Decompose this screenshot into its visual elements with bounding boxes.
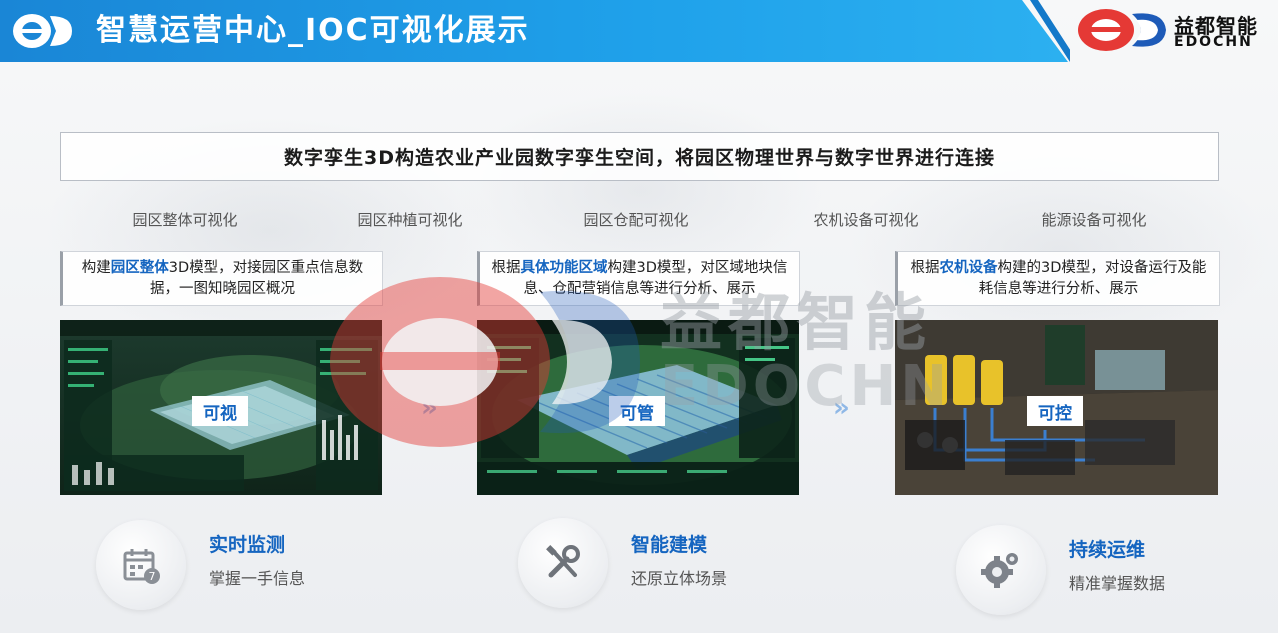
desc-2-highlight: 具体功能区域 <box>520 260 608 276</box>
desc-1-highlight: 园区整体 <box>110 260 169 276</box>
tools-icon <box>546 545 580 578</box>
desc-3-highlight: 农机设备 <box>939 260 998 276</box>
banner-text: 数字孪生3D构造农业产业园数字孪生空间，将园区物理世界与数字世界进行连接 <box>284 147 995 169</box>
tag-visible: 可视 <box>192 396 248 426</box>
desc-1-post: 3D模型，对接园区重点信息数据，一图知晓园区概况 <box>150 260 364 297</box>
desc-1-pre: 构建 <box>81 260 111 276</box>
feature-realtime-monitoring-circle: 7 <box>96 520 186 610</box>
feature-subtitle-modeling: 还原立体场景 <box>631 569 728 588</box>
screenshot-zone-management: 可管 <box>477 320 799 495</box>
feature-continuous-ops-circle <box>956 525 1046 615</box>
feature-title-realtime: 实时监测 <box>209 534 286 556</box>
svg-text:7: 7 <box>149 570 156 583</box>
category-park-planting: 园区种植可视化 <box>357 211 463 229</box>
desc-3-pre: 根据 <box>910 260 940 276</box>
description-box-2: 根据具体功能区域构建3D模型，对区域地块信息、仓配营销信息等进行分析、展示 <box>477 251 800 306</box>
description-box-3: 根据农机设备构建的3D模型，对设备运行及能耗信息等进行分析、展示 <box>895 251 1220 306</box>
page-title: 智慧运营中心_IOC可视化展示 <box>96 13 530 48</box>
arrow-right-icon-2: » <box>833 393 850 423</box>
category-park-overall: 园区整体可视化 <box>132 211 238 229</box>
feature-subtitle-operations: 精准掌握数据 <box>1069 574 1166 593</box>
category-farm-equipment: 农机设备可视化 <box>813 211 919 229</box>
category-park-logistics: 园区仓配可视化 <box>583 211 689 229</box>
feature-title-modeling: 智能建模 <box>631 534 708 556</box>
description-box-1: 构建园区整体3D模型，对接园区重点信息数据，一图知晓园区概况 <box>60 251 383 306</box>
tag-manageable: 可管 <box>609 396 665 426</box>
header: 智慧运营中心_IOC可视化展示 益都智能 EDOCHN <box>0 0 1278 62</box>
feature-title-operations: 持续运维 <box>1069 539 1146 561</box>
brand-logo: 益都智能 EDOCHN <box>1074 6 1274 56</box>
feature-subtitle-realtime: 掌握一手信息 <box>209 569 306 588</box>
desc-3-post: 构建的3D模型，对设备运行及能耗信息等进行分析、展示 <box>978 260 1207 297</box>
screenshot-equipment-room: 可控 <box>895 320 1218 495</box>
calendar-icon: 7 <box>123 549 160 584</box>
gear-icon <box>981 553 1018 588</box>
feature-smart-modeling-circle <box>518 518 608 608</box>
brand-name-en: EDOCHN <box>1174 34 1253 50</box>
edochn-logo-icon <box>13 14 72 48</box>
category-energy-equipment: 能源设备可视化 <box>1041 211 1147 229</box>
desc-2-pre: 根据 <box>491 260 521 276</box>
arrow-right-icon-1: » <box>421 393 438 423</box>
brand-e-icon <box>1078 9 1166 51</box>
tag-controllable: 可控 <box>1027 396 1083 426</box>
screenshot-park-overview: 可视 <box>60 320 382 495</box>
summary-banner: 数字孪生3D构造农业产业园数字孪生空间，将园区物理世界与数字世界进行连接 <box>60 132 1219 181</box>
